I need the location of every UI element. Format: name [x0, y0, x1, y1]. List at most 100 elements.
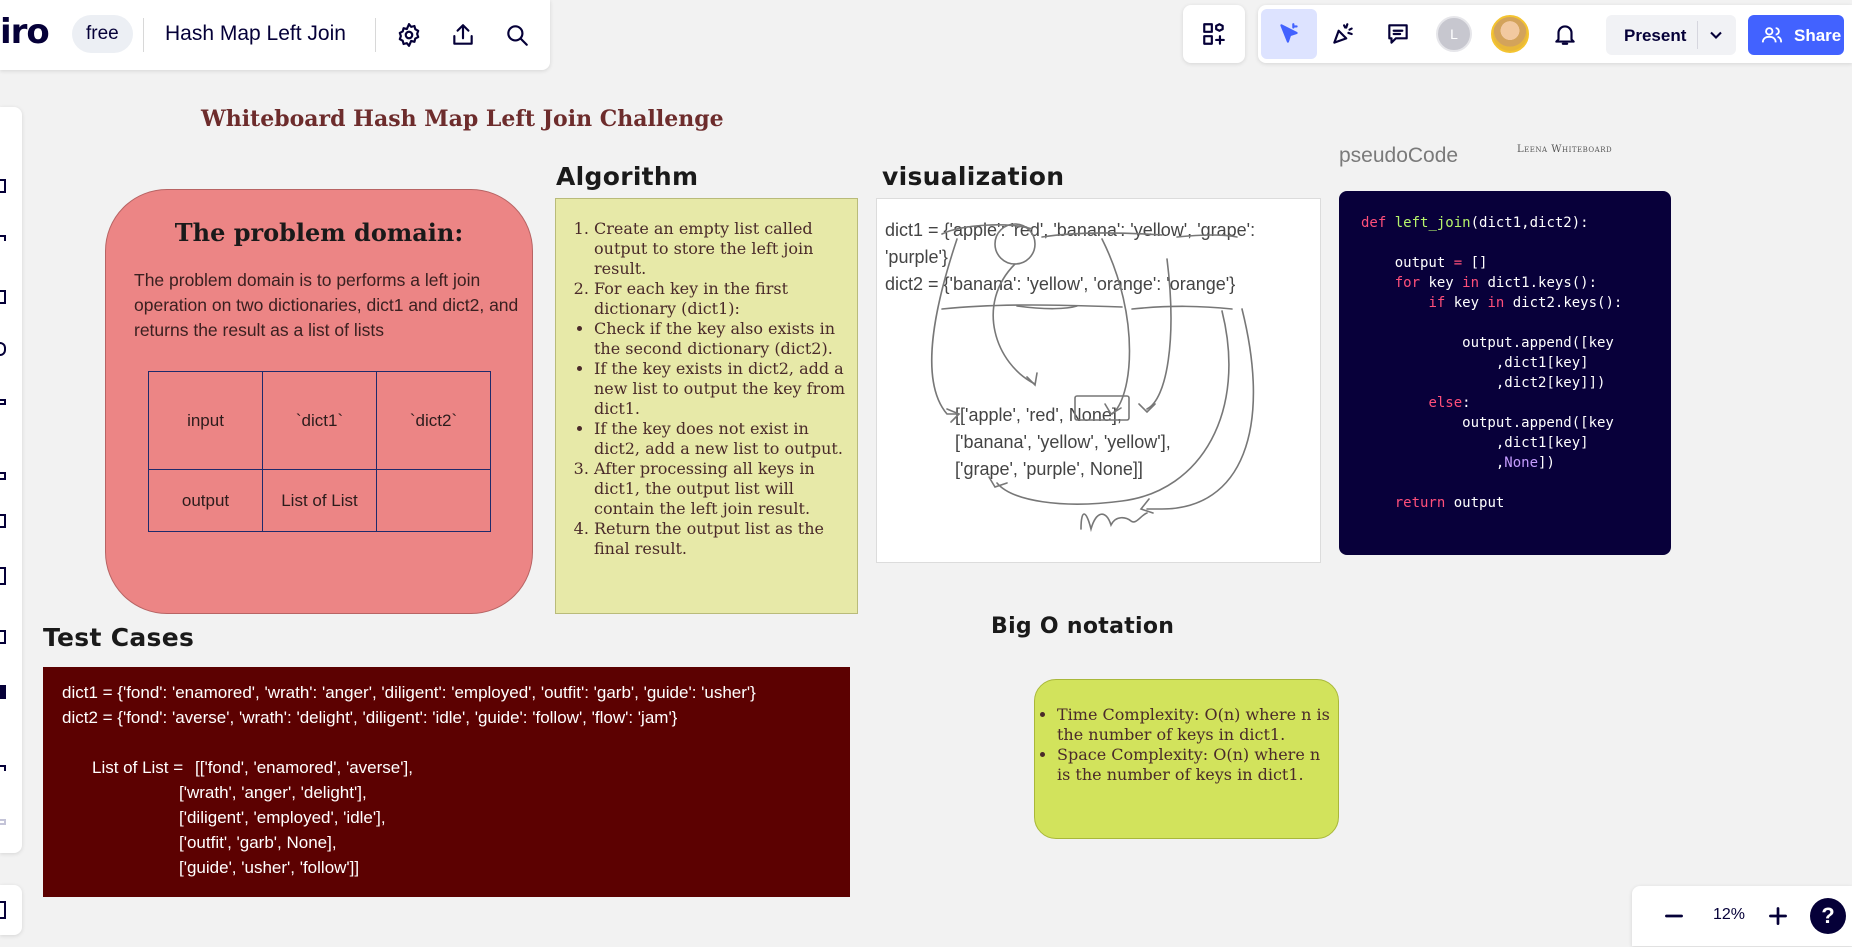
- list-item: Time Complexity: O(n) where n is the num…: [1057, 705, 1337, 745]
- share-button[interactable]: Share: [1748, 15, 1844, 55]
- zoom-level[interactable]: 12%: [1699, 906, 1759, 924]
- minimap-toggle[interactable]: [0, 885, 22, 935]
- test-result-label: List of List =: [92, 758, 188, 777]
- list-item: For each key in the first dictionary (di…: [594, 279, 852, 319]
- test-cases-card[interactable]: dict1 = {'fond': 'enamored', 'wrath': 'a…: [43, 667, 850, 897]
- code-line: output.append([key: [1361, 335, 1614, 351]
- table-cell: output: [148, 469, 263, 532]
- miro-logo[interactable]: iro: [0, 12, 50, 52]
- pseudocode-label[interactable]: pseudoCode: [1339, 144, 1458, 168]
- code-line: output.append([key: [1361, 415, 1614, 431]
- test-result-line: [['fond', 'enamored', 'averse'],: [195, 758, 413, 777]
- hand-drawn-arrows: [930, 223, 1255, 533]
- plus-icon: [1769, 907, 1787, 925]
- big-o-title[interactable]: Big O notation: [991, 614, 1174, 639]
- divider: [375, 18, 376, 52]
- search-icon: [507, 25, 528, 46]
- divider: [143, 18, 144, 52]
- test-result-line: ['outfit', 'garb', None],: [179, 833, 337, 852]
- code-line: ,dict1[key]: [1361, 355, 1589, 371]
- code-line: ,dict2[key]]): [1361, 375, 1606, 391]
- present-button[interactable]: Present: [1606, 15, 1736, 55]
- io-table[interactable]: input `dict1` `dict2` output List of Lis…: [148, 371, 491, 532]
- undo-button[interactable]: [0, 765, 6, 771]
- code-line: for key in dict1.keys():: [1394, 275, 1598, 291]
- reactions-cursor-button[interactable]: [1261, 9, 1317, 59]
- pen-tool[interactable]: [0, 399, 6, 405]
- notifications-button[interactable]: [1545, 14, 1585, 54]
- table-row: output List of List: [148, 469, 491, 532]
- search-button[interactable]: [497, 15, 537, 55]
- code-line: output = []: [1361, 255, 1488, 271]
- list-item: Return the output list as the final resu…: [594, 519, 852, 559]
- user-avatar[interactable]: L: [1436, 16, 1472, 52]
- divider: [1697, 21, 1698, 49]
- user-photo-avatar[interactable]: [1491, 15, 1529, 53]
- author-label[interactable]: Leena Whiteboard: [1517, 144, 1612, 155]
- settings-button[interactable]: [389, 15, 429, 55]
- redo-button[interactable]: [0, 819, 6, 825]
- board-title[interactable]: Hash Map Left Join: [165, 22, 346, 46]
- templates-tool[interactable]: [0, 630, 6, 644]
- visualization-card[interactable]: dict1 = {'apple': 'red', 'banana': 'yell…: [876, 198, 1321, 563]
- list-item: Space Complexity: O(n) where n is the nu…: [1057, 745, 1337, 785]
- table-cell: List of List: [262, 469, 377, 532]
- zoom-in-button[interactable]: [1758, 896, 1798, 936]
- code-line: return output: [1394, 495, 1505, 511]
- comment-tool[interactable]: [0, 472, 6, 480]
- list-item: If the key does not exist in dict2, add …: [594, 419, 852, 459]
- upload-icon: [453, 24, 473, 45]
- test-cases-title[interactable]: Test Cases: [43, 623, 194, 652]
- algorithm-sticky[interactable]: Create an empty list called output to st…: [555, 198, 858, 614]
- celebrate-button[interactable]: [1323, 14, 1363, 54]
- complexity-list: Time Complexity: O(n) where n is the num…: [1057, 705, 1337, 785]
- table-row: input `dict1` `dict2`: [148, 371, 491, 470]
- present-label: Present: [1624, 26, 1687, 45]
- algorithm-title[interactable]: Algorithm: [556, 162, 698, 191]
- text-tool[interactable]: [0, 235, 6, 241]
- code-line: ,None]): [1361, 455, 1555, 471]
- users-icon: [1761, 27, 1783, 43]
- export-button[interactable]: [443, 15, 483, 55]
- list-item: After processing all keys in dict1, the …: [594, 459, 852, 519]
- test-result-line: ['wrath', 'anger', 'delight'],: [179, 783, 367, 802]
- pseudocode-block[interactable]: def left_join(dict1,dict2): output = [] …: [1339, 191, 1671, 555]
- problem-title: The problem domain:: [174, 218, 464, 247]
- frame-tool[interactable]: [0, 514, 6, 528]
- list-item: Check if the key also exists in the seco…: [594, 319, 852, 359]
- connector-tool[interactable]: [0, 342, 6, 356]
- party-popper-icon: [1333, 23, 1353, 44]
- shape-tool[interactable]: [0, 290, 6, 304]
- test-result-line: ['guide', 'usher', 'follow']]: [179, 858, 360, 877]
- visualization-title[interactable]: visualization: [882, 162, 1064, 191]
- board-header: iro free Hash Map Left Join: [0, 0, 550, 70]
- more-apps-tool[interactable]: [0, 685, 6, 699]
- test-dict2: dict2 = {'fond': 'averse', 'wrath': 'del…: [62, 708, 678, 727]
- plan-badge[interactable]: free: [72, 15, 133, 53]
- problem-domain-card[interactable]: The problem domain: The problem domain i…: [105, 189, 533, 614]
- big-o-sticky[interactable]: Time Complexity: O(n) where n is the num…: [1034, 679, 1339, 839]
- table-cell: [376, 469, 491, 532]
- chevron-down-icon[interactable]: [1706, 25, 1726, 45]
- bell-icon: [1555, 25, 1575, 45]
- sticky-note-tool[interactable]: [0, 179, 6, 193]
- cursor-sparkle-icon: [1280, 23, 1298, 43]
- apps-icon: [1203, 23, 1225, 45]
- list-item: Create an empty list called output to st…: [594, 219, 852, 279]
- comments-button[interactable]: [1378, 14, 1418, 54]
- code-line: def left_join(dict1,dict2):: [1361, 215, 1589, 231]
- upload-tool[interactable]: [0, 567, 6, 585]
- code-line: ,dict1[key]: [1361, 435, 1589, 451]
- zoom-controls: 12% ?: [1632, 886, 1852, 946]
- gear-icon: [398, 23, 420, 47]
- help-button[interactable]: ?: [1810, 898, 1846, 934]
- board-heading[interactable]: Whiteboard Hash Map Left Join Challenge: [201, 106, 724, 132]
- table-cell: `dict1`: [262, 371, 377, 470]
- zoom-out-button[interactable]: [1654, 896, 1694, 936]
- apps-button[interactable]: [1194, 14, 1234, 54]
- problem-text: The problem domain is to performs a left…: [134, 270, 519, 340]
- comment-icon: [1388, 24, 1408, 44]
